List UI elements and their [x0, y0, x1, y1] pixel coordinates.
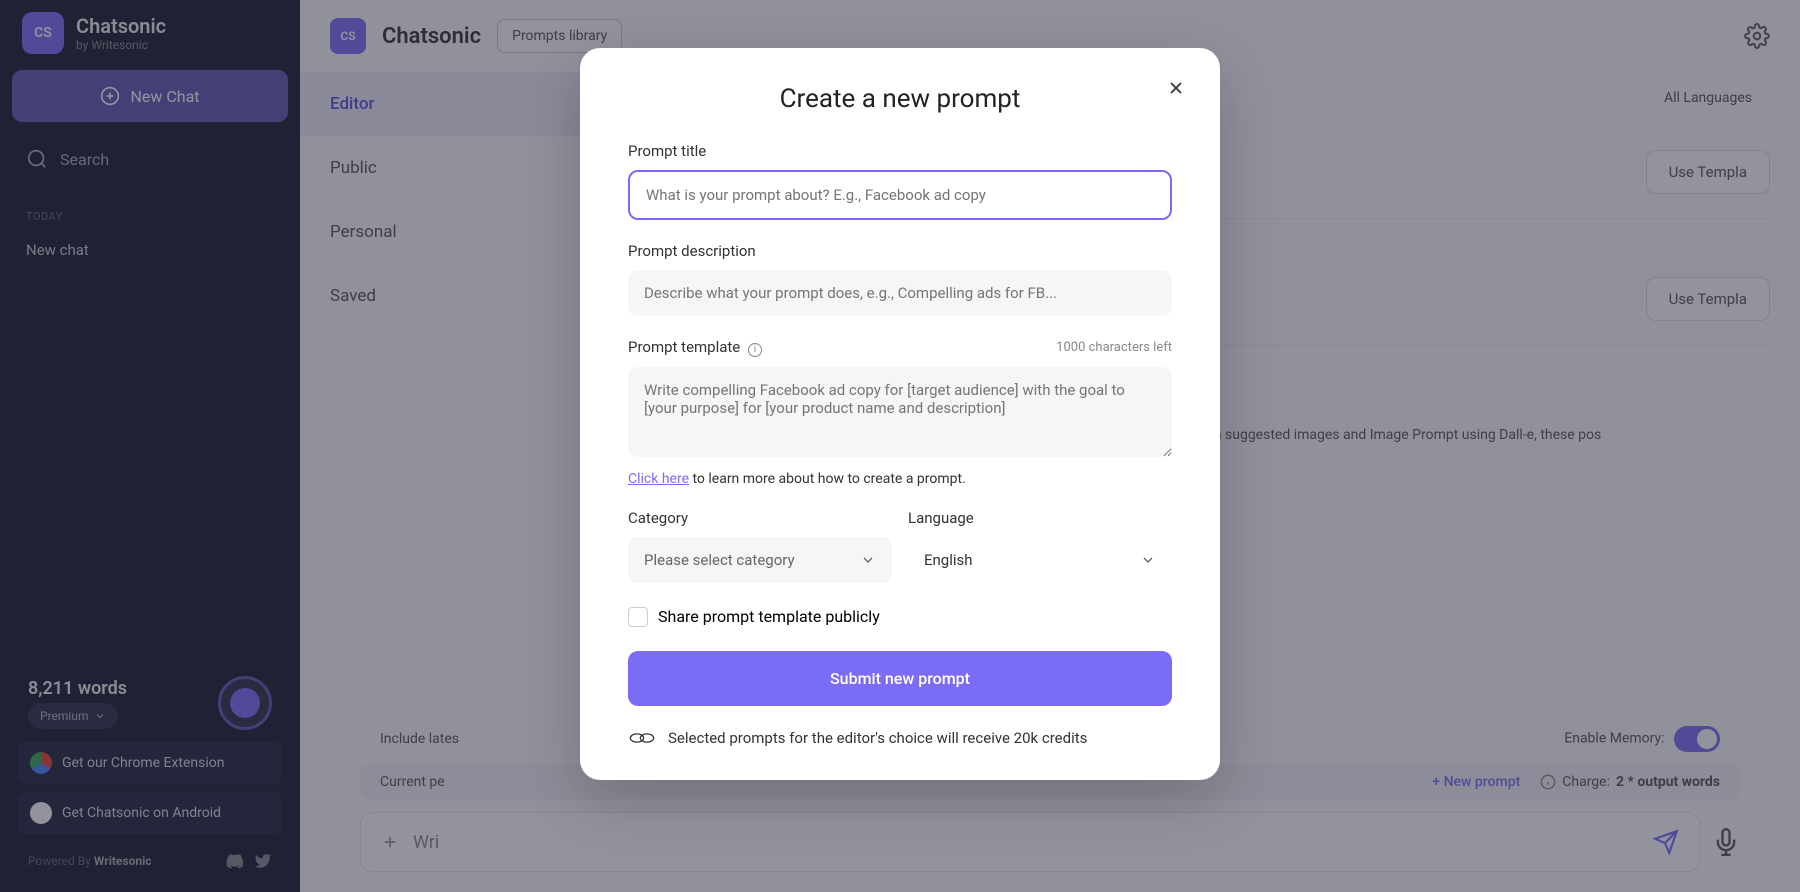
- help-link[interactable]: Click here: [628, 471, 689, 487]
- credits-text: Selected prompts for the editor's choice…: [668, 729, 1087, 747]
- prompt-title-label: Prompt title: [628, 142, 1172, 160]
- share-publicly-checkbox[interactable]: [628, 607, 648, 627]
- modal-title: Create a new prompt: [628, 84, 1172, 114]
- submit-prompt-button[interactable]: Submit new prompt: [628, 651, 1172, 706]
- close-icon: [1166, 78, 1186, 98]
- language-label: Language: [908, 509, 1172, 527]
- prompt-description-input[interactable]: [628, 270, 1172, 316]
- prompt-template-textarea[interactable]: [628, 367, 1172, 457]
- create-prompt-modal: Create a new prompt Prompt title Prompt …: [580, 48, 1220, 780]
- prompt-description-label: Prompt description: [628, 242, 1172, 260]
- info-icon[interactable]: i: [748, 343, 762, 357]
- category-label: Category: [628, 509, 892, 527]
- chevron-down-icon: [860, 552, 876, 568]
- prompt-title-input[interactable]: [628, 170, 1172, 220]
- language-select[interactable]: English: [908, 537, 1172, 583]
- category-select[interactable]: Please select category: [628, 537, 892, 583]
- share-publicly-label: Share prompt template publicly: [658, 607, 880, 626]
- close-button[interactable]: [1166, 78, 1186, 98]
- coins-icon: [628, 728, 656, 748]
- prompt-template-label: Prompt template i: [628, 338, 762, 357]
- help-text: Click here to learn more about how to cr…: [628, 471, 1172, 487]
- characters-left: 1000 characters left: [1056, 340, 1172, 355]
- chevron-down-icon: [1140, 552, 1156, 568]
